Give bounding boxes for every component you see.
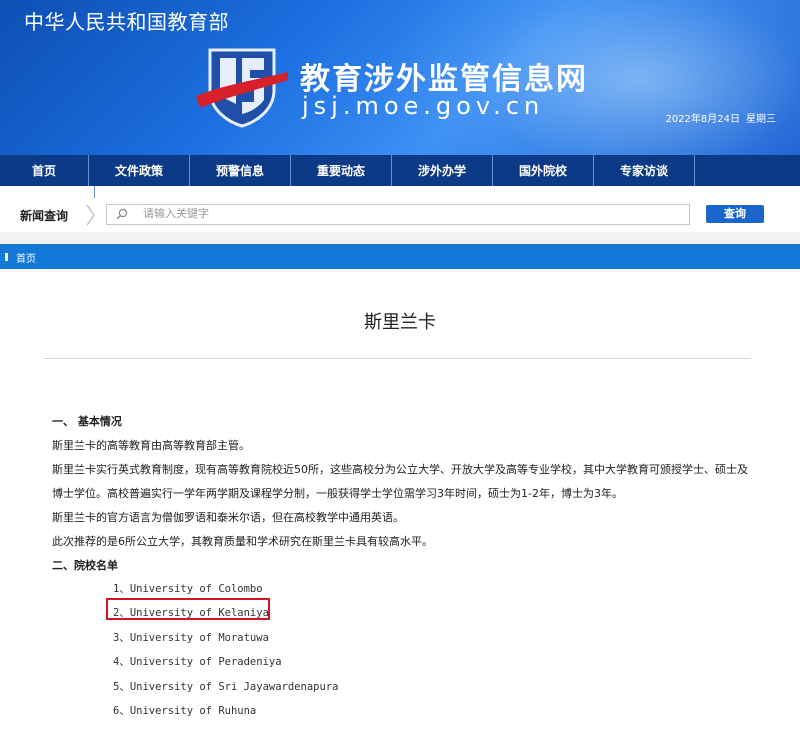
- highlight-box: [106, 598, 270, 620]
- header-banner: 中华人民共和国教育部 教育涉外监管信息网 jsj.moe.gov.cn 2022…: [0, 0, 800, 155]
- search-button[interactable]: 查询: [706, 205, 764, 223]
- section-heading-list: 二、院校名单: [52, 559, 118, 572]
- nav-item-policy[interactable]: 文件政策: [89, 155, 190, 186]
- article-body: 一、 基本情况 斯里兰卡的高等教育由高等教育部主管。 斯里兰卡实行英式教育制度，…: [52, 410, 752, 578]
- paragraph: 斯里兰卡实行英式教育制度，现有高等教育院校近50所，这些高校分为公立大学、开放大…: [52, 463, 748, 500]
- nav-item-foreign-institutions[interactable]: 国外院校: [493, 155, 594, 186]
- paragraph: 斯里兰卡的高等教育由高等教育部主管。: [52, 439, 250, 452]
- nav-item-expert-interviews[interactable]: 专家访谈: [594, 155, 695, 186]
- nav-divider: [94, 186, 95, 198]
- search-input[interactable]: [143, 206, 673, 221]
- chevron-right-icon: [86, 204, 95, 226]
- section-gap: [0, 232, 800, 244]
- nav-item-home[interactable]: 首页: [0, 155, 89, 186]
- breadcrumb: 首页: [0, 244, 800, 269]
- search-input-box[interactable]: [106, 204, 690, 225]
- search-icon: [116, 208, 128, 220]
- section-heading-basic: 一、 基本情况: [52, 415, 122, 428]
- nav-item-foreign-schooling[interactable]: 涉外办学: [392, 155, 493, 186]
- breadcrumb-home[interactable]: 首页: [16, 250, 36, 265]
- breadcrumb-marker: [5, 253, 8, 261]
- weekday-text: 星期三: [746, 114, 776, 125]
- university-item: 6、University of Ruhuna: [113, 704, 257, 717]
- nav-filler: [695, 155, 800, 186]
- title-divider: [43, 358, 751, 359]
- ministry-name[interactable]: 中华人民共和国教育部: [24, 6, 229, 35]
- main-nav: 首页 文件政策 预警信息 重要动态 涉外办学 国外院校 专家访谈: [0, 155, 800, 186]
- date-text: 2022年8月24日: [665, 114, 740, 125]
- site-logo-icon[interactable]: [196, 44, 288, 128]
- university-item: 3、University of Moratuwa: [113, 631, 269, 644]
- paragraph: 斯里兰卡的官方语言为僧伽罗语和泰米尔语，但在高校教学中通用英语。: [52, 511, 404, 524]
- page-title: 斯里兰卡: [364, 312, 436, 333]
- university-item: 4、University of Peradeniya: [113, 656, 282, 669]
- nav-item-news[interactable]: 重要动态: [291, 155, 392, 186]
- paragraph: 此次推荐的是6所公立大学，其教育质量和学术研究在斯里兰卡具有较高水平。: [52, 535, 433, 548]
- search-label: 新闻查询: [20, 209, 69, 223]
- nav-item-warnings[interactable]: 预警信息: [190, 155, 291, 186]
- university-item: 5、University of Sri Jayawardenapura: [113, 680, 339, 693]
- site-domain: jsj.moe.gov.cn: [302, 92, 545, 120]
- current-date: 2022年8月24日 星期三: [659, 110, 776, 125]
- search-bar: 新闻查询 查询: [0, 198, 800, 233]
